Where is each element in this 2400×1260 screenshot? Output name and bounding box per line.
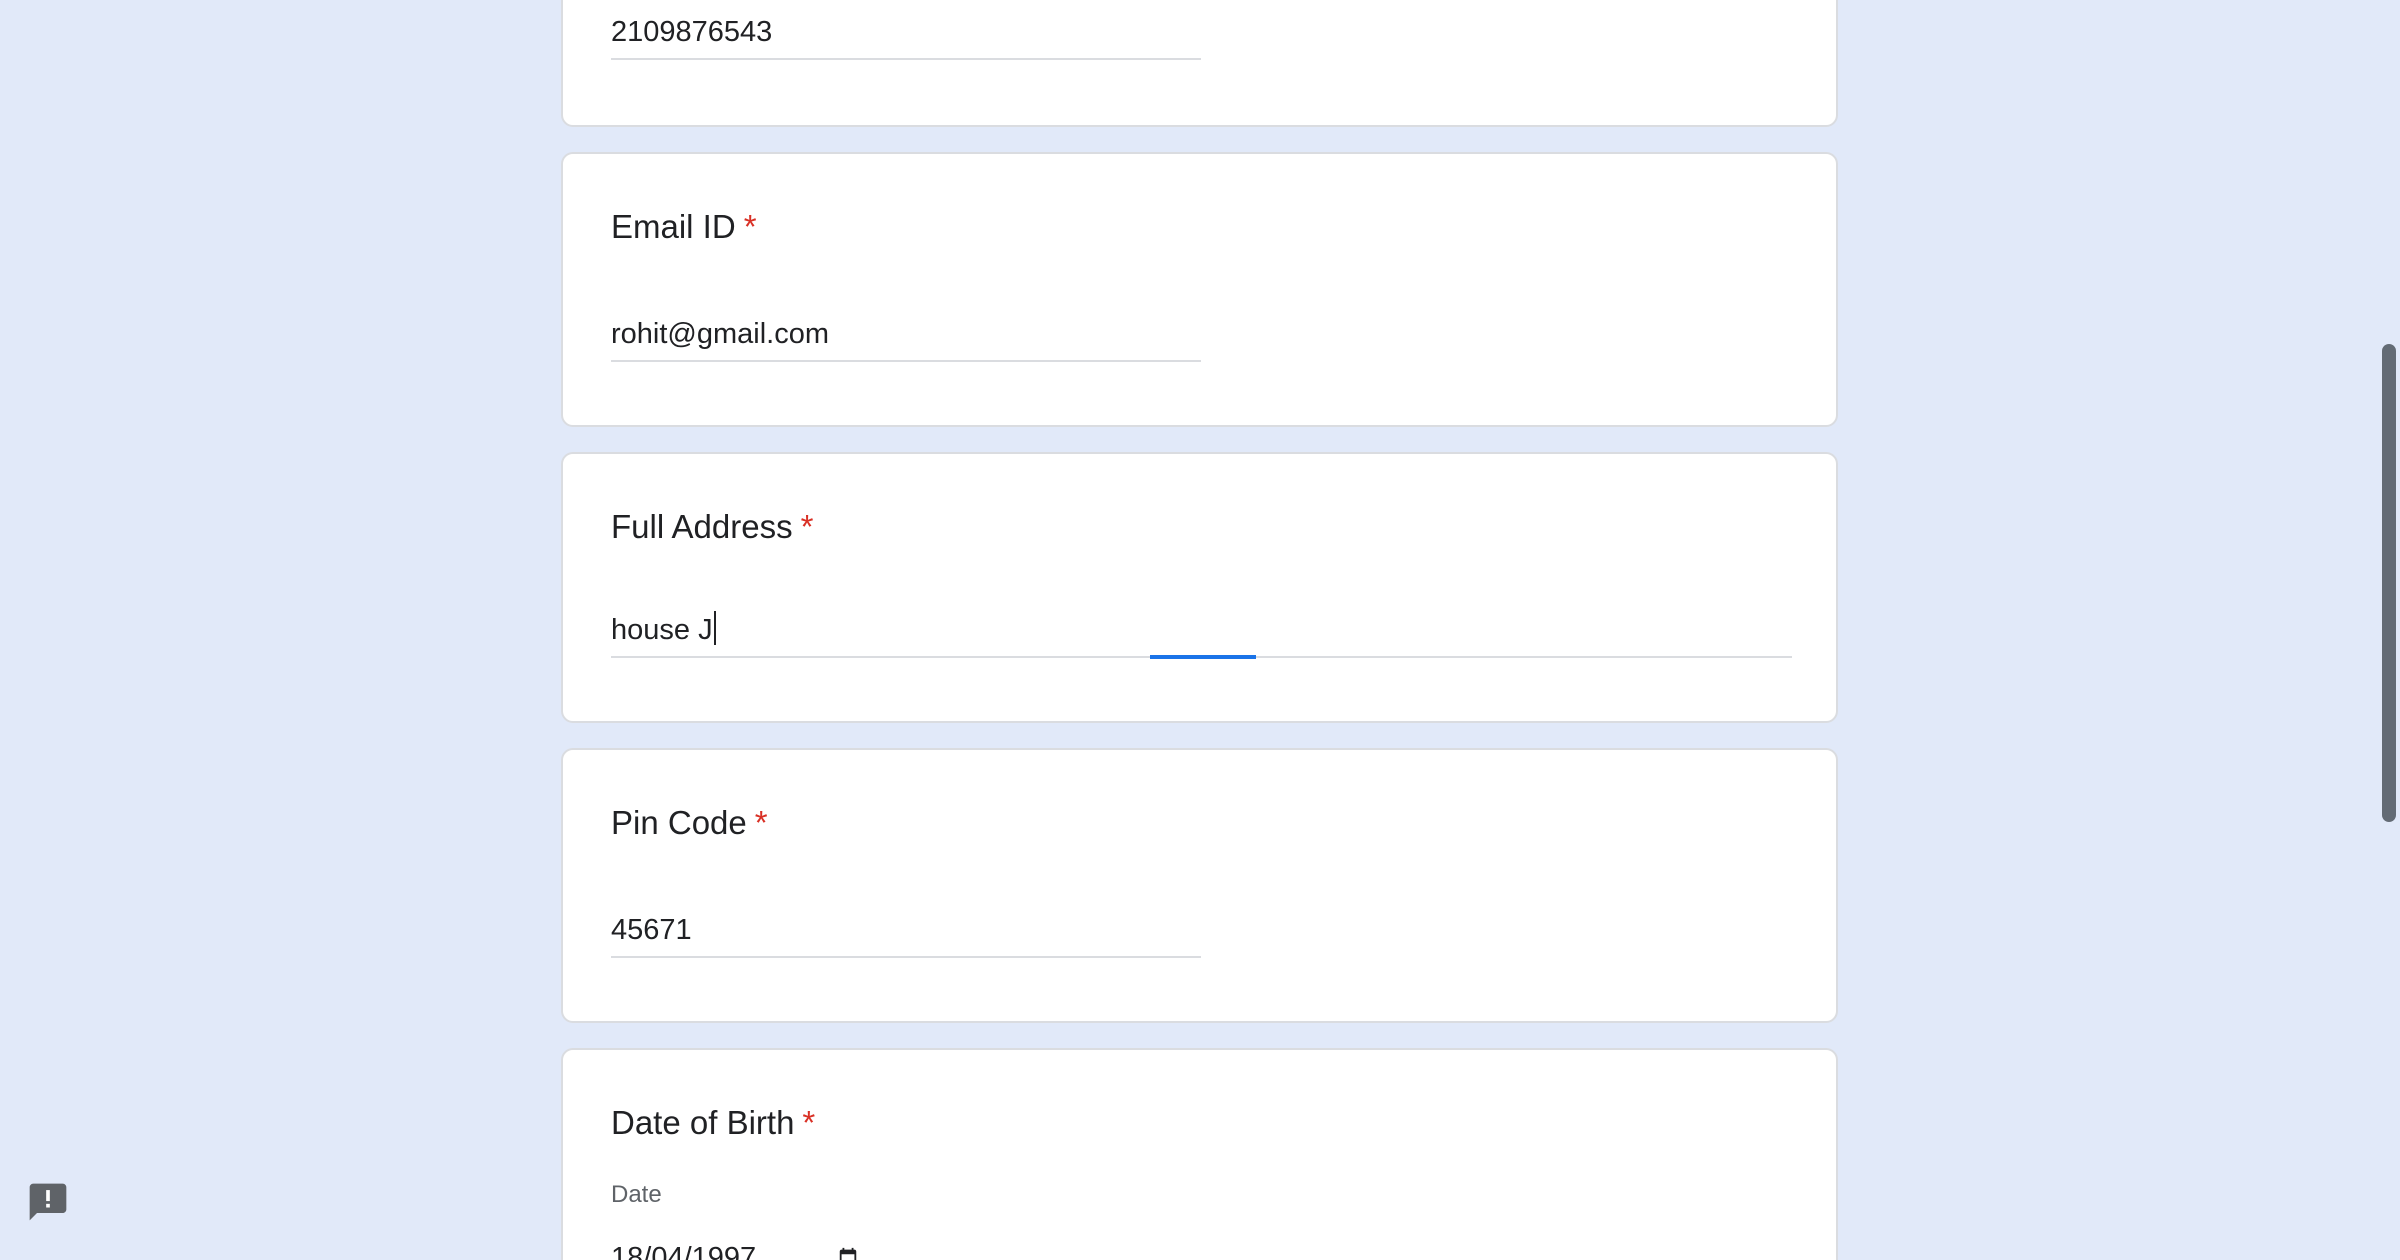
form-page: 2109876543 Email ID * rohit@gmail.com Ful…	[0, 0, 2400, 1260]
address-title-text: Full Address	[611, 508, 793, 545]
required-asterisk: *	[802, 1104, 816, 1141]
date-input[interactable]: 18/04/1997	[611, 1240, 756, 1260]
required-asterisk: *	[800, 508, 814, 545]
dob-question-card: Date of Birth * Date 18/04/1997	[561, 1048, 1838, 1260]
address-question-title: Full Address *	[611, 507, 813, 547]
scrollbar-thumb[interactable]	[2382, 344, 2396, 822]
date-sub-label: Date	[611, 1181, 662, 1208]
email-answer-field[interactable]: rohit@gmail.com	[611, 316, 1201, 362]
pin-answer-field[interactable]: 45671	[611, 912, 1201, 958]
email-question-card: Email ID * rohit@gmail.com	[561, 152, 1838, 427]
address-answer-line: house J	[611, 611, 1792, 656]
required-asterisk: *	[754, 804, 768, 841]
dob-question-title: Date of Birth *	[611, 1103, 815, 1143]
phone-answer-value: 2109876543	[611, 16, 773, 48]
pin-title-text: Pin Code	[611, 804, 747, 841]
pin-question-card: Pin Code * 45671	[561, 748, 1838, 1023]
phone-question-card: 2109876543	[561, 0, 1838, 127]
report-problem-icon[interactable]	[26, 1180, 70, 1224]
date-value: 18/04/1997	[611, 1242, 757, 1260]
calendar-icon[interactable]	[837, 1246, 859, 1260]
address-answer-value: house J	[611, 614, 713, 646]
pin-question-title: Pin Code *	[611, 803, 768, 843]
email-question-title: Email ID *	[611, 207, 757, 247]
address-answer-field[interactable]: house J	[611, 611, 1792, 659]
address-question-card: Full Address * house J	[561, 452, 1838, 723]
email-answer-value: rohit@gmail.com	[611, 318, 829, 350]
pin-answer-value: 45671	[611, 914, 692, 946]
dob-title-text: Date of Birth	[611, 1104, 795, 1141]
email-title-text: Email ID	[611, 208, 736, 245]
text-cursor	[713, 611, 716, 645]
focus-underline	[1150, 655, 1256, 659]
required-asterisk: *	[743, 208, 757, 245]
phone-answer-field[interactable]: 2109876543	[611, 14, 1201, 60]
